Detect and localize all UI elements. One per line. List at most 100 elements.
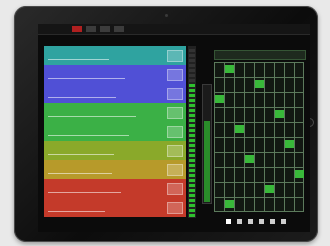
grid-line bbox=[303, 62, 304, 212]
grid-line bbox=[214, 77, 304, 78]
track-row[interactable] bbox=[44, 46, 186, 65]
track-list bbox=[44, 46, 186, 218]
meter-segment bbox=[189, 139, 195, 142]
meter-segment bbox=[189, 104, 195, 107]
track-row[interactable] bbox=[44, 160, 186, 179]
grid-line bbox=[214, 62, 215, 212]
track-row[interactable] bbox=[44, 141, 186, 160]
meter-segment bbox=[189, 124, 195, 127]
matrix-cell-active[interactable] bbox=[225, 65, 234, 73]
track-level-line bbox=[48, 173, 112, 174]
grid-line bbox=[294, 62, 295, 212]
meter-segment bbox=[189, 199, 195, 202]
loop-button[interactable] bbox=[114, 26, 124, 32]
app-screen bbox=[38, 24, 310, 232]
grid-line bbox=[214, 211, 304, 212]
meter-segment bbox=[189, 89, 195, 92]
grid-line bbox=[214, 107, 304, 108]
matrix-cell-active[interactable] bbox=[245, 155, 254, 163]
track-row[interactable] bbox=[44, 179, 186, 198]
matrix-cell-active[interactable] bbox=[255, 80, 264, 88]
meter-segment bbox=[189, 114, 195, 117]
meter-segment bbox=[189, 74, 195, 77]
track-mute-button[interactable] bbox=[167, 50, 183, 62]
track-level-line bbox=[48, 154, 114, 155]
meter-segment bbox=[189, 94, 195, 97]
meter-segment bbox=[189, 109, 195, 112]
meter-segment bbox=[189, 79, 195, 82]
meter-segment bbox=[189, 209, 195, 212]
page-dot[interactable] bbox=[248, 219, 253, 224]
track-level-line bbox=[48, 211, 105, 212]
track-mute-button[interactable] bbox=[167, 164, 183, 176]
matrix-cell-active[interactable] bbox=[225, 200, 234, 208]
track-level-line bbox=[48, 59, 109, 60]
meter-segment bbox=[189, 159, 195, 162]
track-mute-button[interactable] bbox=[167, 107, 183, 119]
meter-segment bbox=[189, 204, 195, 207]
track-mute-button[interactable] bbox=[167, 145, 183, 157]
page-dot[interactable] bbox=[281, 219, 286, 224]
track-mute-button[interactable] bbox=[167, 69, 183, 81]
grid-line bbox=[214, 62, 304, 63]
page-dot[interactable] bbox=[270, 219, 275, 224]
grid-line bbox=[214, 122, 304, 123]
track-row[interactable] bbox=[44, 84, 186, 103]
grid-line bbox=[214, 92, 304, 93]
meter-segment bbox=[189, 119, 195, 122]
grid-line bbox=[224, 62, 225, 212]
meter-segment bbox=[189, 194, 195, 197]
page-dot[interactable] bbox=[259, 219, 264, 224]
stop-button[interactable] bbox=[100, 26, 110, 32]
grid-line bbox=[234, 62, 235, 212]
track-row[interactable] bbox=[44, 65, 186, 84]
page-dot[interactable] bbox=[237, 219, 242, 224]
track-mute-button[interactable] bbox=[167, 126, 183, 138]
meter-segment bbox=[189, 134, 195, 137]
tablet-device bbox=[14, 6, 318, 242]
grid-line bbox=[214, 197, 304, 198]
matrix-cell-active[interactable] bbox=[275, 110, 284, 118]
track-level-line bbox=[48, 192, 121, 193]
track-level-line bbox=[48, 116, 136, 117]
page-dot[interactable] bbox=[226, 219, 231, 224]
meter-segment bbox=[189, 64, 195, 67]
track-mute-button[interactable] bbox=[167, 183, 183, 195]
meter-segment bbox=[189, 184, 195, 187]
track-level-line bbox=[48, 97, 116, 98]
meter-segment bbox=[189, 169, 195, 172]
meter-segment bbox=[189, 144, 195, 147]
meter-segment bbox=[189, 149, 195, 152]
matrix-cell-active[interactable] bbox=[235, 125, 244, 133]
meter-segment bbox=[189, 84, 195, 87]
top-toolbar bbox=[38, 24, 310, 35]
grid-line bbox=[284, 62, 285, 212]
track-row[interactable] bbox=[44, 198, 186, 217]
track-mute-button[interactable] bbox=[167, 88, 183, 100]
meter-segment bbox=[189, 214, 195, 217]
play-button[interactable] bbox=[86, 26, 96, 32]
meter-segment bbox=[189, 179, 195, 182]
camera-dot bbox=[165, 14, 168, 17]
track-row[interactable] bbox=[44, 122, 186, 141]
matrix-cell-active[interactable] bbox=[285, 140, 294, 148]
track-row[interactable] bbox=[44, 103, 186, 122]
master-fader[interactable] bbox=[202, 84, 212, 204]
record-button[interactable] bbox=[72, 26, 82, 32]
level-meter bbox=[188, 46, 196, 218]
step-matrix[interactable] bbox=[214, 62, 304, 212]
matrix-cell-active[interactable] bbox=[265, 185, 274, 193]
meter-segment bbox=[189, 189, 195, 192]
grid-line bbox=[214, 167, 304, 168]
track-level-line bbox=[48, 135, 129, 136]
meter-segment bbox=[189, 99, 195, 102]
meter-segment bbox=[189, 59, 195, 62]
meter-segment bbox=[189, 54, 195, 57]
matrix-cell-active[interactable] bbox=[215, 95, 224, 103]
track-level-line bbox=[48, 78, 125, 79]
page-indicator bbox=[226, 218, 296, 226]
track-mute-button[interactable] bbox=[167, 202, 183, 214]
grid-line bbox=[244, 62, 245, 212]
meter-segment bbox=[189, 164, 195, 167]
matrix-cell-active[interactable] bbox=[295, 170, 304, 178]
